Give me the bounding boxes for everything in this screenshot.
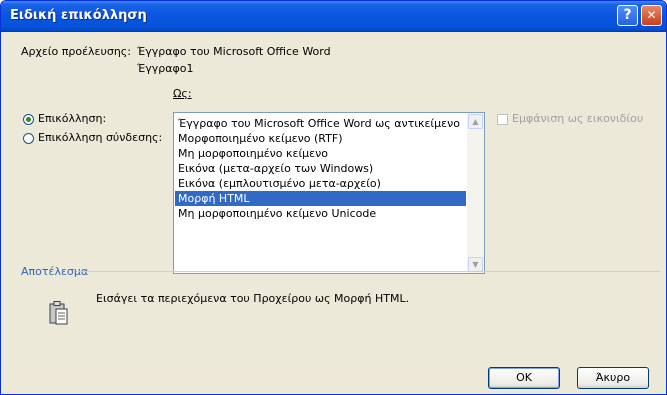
- format-list-item[interactable]: Εικόνα (εμπλουτισμένο μετα-αρχείο): [175, 176, 466, 191]
- chevron-down-icon: ▼: [472, 260, 479, 269]
- format-list-item[interactable]: Μη μορφοποιημένο κείμενο Unicode: [175, 206, 466, 221]
- format-list-item[interactable]: Εικόνα (μετα-αρχείο των Windows): [175, 161, 466, 176]
- dialog-body: Αρχείο προέλευσης: Έγγραφο του Microsoft…: [1, 31, 666, 394]
- close-button[interactable]: ✕: [641, 5, 662, 26]
- format-list-item[interactable]: Μορφοποιημένο κείμενο (RTF): [175, 131, 466, 146]
- paste-radio-label: Επικόλληση:: [38, 112, 107, 125]
- vertical-scrollbar[interactable]: ▲ ▼: [467, 113, 484, 273]
- source-line-2: Έγγραφο1: [137, 62, 194, 75]
- special-paste-dialog: Ειδική επικόλληση ? ✕ Αρχείο προέλευσης:…: [0, 0, 667, 395]
- format-list-item[interactable]: Μη μορφοποιημένο κείμενο: [175, 146, 466, 161]
- help-button[interactable]: ?: [617, 5, 638, 26]
- chevron-up-icon: ▲: [472, 117, 479, 126]
- paste-radio-circle[interactable]: [23, 114, 34, 125]
- result-description: Εισάγει τα περιεχόμενα του Προχείρου ως …: [96, 292, 410, 305]
- display-as-icon-box[interactable]: [497, 114, 508, 125]
- format-list-items: Έγγραφο του Microsoft Office Word ως αντ…: [175, 116, 466, 221]
- window-title: Ειδική επικόλληση: [10, 8, 147, 23]
- title-bar: Ειδική επικόλληση ? ✕: [1, 1, 666, 31]
- scroll-up-button[interactable]: ▲: [468, 114, 483, 129]
- format-list-item[interactable]: Έγγραφο του Microsoft Office Word ως αντ…: [175, 116, 466, 131]
- scroll-down-button[interactable]: ▼: [468, 257, 483, 272]
- close-icon: ✕: [646, 8, 657, 22]
- cancel-button[interactable]: Άκυρο: [577, 367, 649, 389]
- format-listbox[interactable]: Έγγραφο του Microsoft Office Word ως αντ…: [173, 112, 485, 274]
- source-label: Αρχείο προέλευσης:: [21, 45, 131, 58]
- format-list-item[interactable]: Μορφή HTML: [175, 191, 466, 206]
- display-as-icon-label: Εμφάνιση ως εικονιδίου: [512, 112, 644, 125]
- ok-button[interactable]: OK: [488, 367, 560, 389]
- as-label: Ως:: [173, 87, 192, 100]
- paste-link-radio-circle[interactable]: [23, 133, 34, 144]
- help-icon: ?: [623, 7, 632, 23]
- source-line-1: Έγγραφο του Microsoft Office Word: [137, 45, 331, 58]
- paste-link-radio-label: Επικόλληση σύνδεσης:: [38, 131, 163, 144]
- clipboard-icon: [49, 301, 68, 325]
- result-divider: [76, 271, 660, 272]
